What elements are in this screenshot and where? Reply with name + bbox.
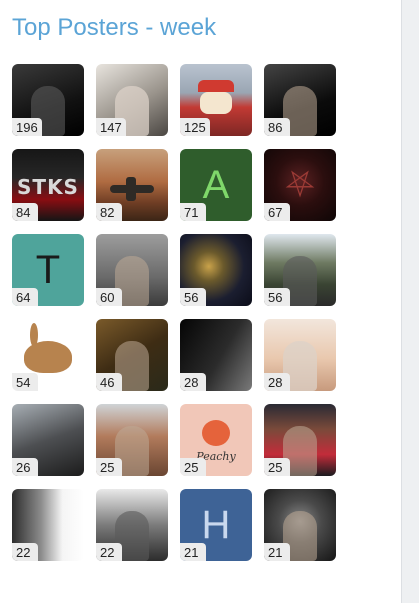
- poster-tile[interactable]: 28: [264, 319, 336, 391]
- poster-tile[interactable]: STKS 84: [12, 149, 84, 221]
- poster-tile[interactable]: 22: [96, 489, 168, 561]
- poster-tile[interactable]: 82: [96, 149, 168, 221]
- poster-tile[interactable]: 25: [96, 404, 168, 476]
- poster-tile[interactable]: 28: [180, 319, 252, 391]
- poster-tile[interactable]: 26: [12, 404, 84, 476]
- poster-tile[interactable]: 25: [264, 404, 336, 476]
- poster-tile[interactable]: Peachy 25: [180, 404, 252, 476]
- poster-tile[interactable]: H 21: [180, 489, 252, 561]
- post-count: 84: [12, 203, 38, 221]
- poster-tile[interactable]: 56: [180, 234, 252, 306]
- poster-tile[interactable]: 60: [96, 234, 168, 306]
- post-count: 54: [12, 373, 38, 391]
- post-count: 46: [96, 373, 122, 391]
- post-count: 67: [264, 203, 290, 221]
- poster-tile[interactable]: 46: [96, 319, 168, 391]
- post-count: 22: [12, 543, 38, 561]
- post-count: 21: [264, 543, 290, 561]
- post-count: 125: [180, 118, 210, 136]
- post-count: 196: [12, 118, 42, 136]
- poster-tile[interactable]: 54: [12, 319, 84, 391]
- top-posters-widget: Top Posters - week 196 147 125 86 STKS 8…: [0, 0, 402, 603]
- post-count: 21: [180, 543, 206, 561]
- avatar-text: STKS: [17, 175, 79, 199]
- post-count: 28: [180, 373, 206, 391]
- post-count: 71: [180, 203, 206, 221]
- poster-tile[interactable]: T 64: [12, 234, 84, 306]
- poster-tile[interactable]: 125: [180, 64, 252, 136]
- post-count: 25: [96, 458, 122, 476]
- post-count: 26: [12, 458, 38, 476]
- poster-tile[interactable]: 196: [12, 64, 84, 136]
- post-count: 22: [96, 543, 122, 561]
- peach-icon: [202, 420, 230, 446]
- post-count: 28: [264, 373, 290, 391]
- poster-tile[interactable]: A 71: [180, 149, 252, 221]
- post-count: 86: [264, 118, 290, 136]
- post-count: 82: [96, 203, 122, 221]
- poster-tile[interactable]: 56: [264, 234, 336, 306]
- poster-tile[interactable]: 86: [264, 64, 336, 136]
- page-scrollbar-track[interactable]: [403, 0, 419, 603]
- post-count: 64: [12, 288, 38, 306]
- poster-tile[interactable]: ⛧ 67: [264, 149, 336, 221]
- top-posters-grid: 196 147 125 86 STKS 84 82 A 71 ⛧ 67 T 64…: [12, 64, 336, 561]
- widget-title: Top Posters - week: [12, 14, 217, 41]
- post-count: 60: [96, 288, 122, 306]
- post-count: 25: [264, 458, 290, 476]
- poster-tile[interactable]: 147: [96, 64, 168, 136]
- post-count: 25: [180, 458, 206, 476]
- post-count: 56: [264, 288, 290, 306]
- poster-tile[interactable]: 21: [264, 489, 336, 561]
- post-count: 56: [180, 288, 206, 306]
- poster-tile[interactable]: 22: [12, 489, 84, 561]
- post-count: 147: [96, 118, 126, 136]
